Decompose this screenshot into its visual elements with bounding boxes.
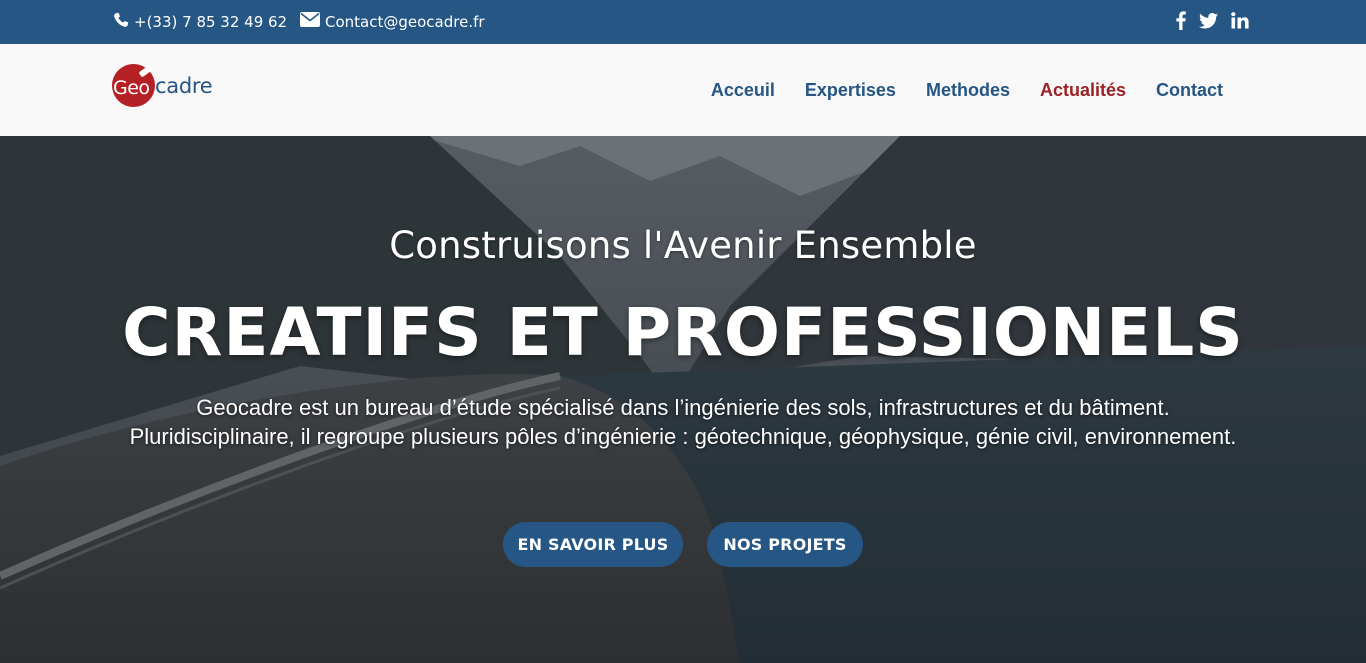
nav-item-actualites[interactable]: Actualités — [1040, 80, 1126, 101]
nos-projets-button[interactable]: NOS PROJETS — [707, 522, 863, 567]
nav-item-methodes[interactable]: Methodes — [926, 80, 1010, 101]
social-links — [1176, 11, 1249, 30]
twitter-icon[interactable] — [1199, 12, 1218, 29]
hero-buttons: EN SAVOIR PLUS NOS PROJETS — [0, 522, 1366, 567]
logo-text-geo: Geo — [113, 77, 150, 99]
hero-description-line-2: Pluridisciplinaire, il regroupe plusieur… — [129, 424, 1237, 449]
logo-text-cadre: cadre — [155, 74, 213, 98]
en-savoir-plus-button[interactable]: EN SAVOIR PLUS — [503, 522, 683, 567]
nav-item-contact[interactable]: Contact — [1156, 80, 1223, 101]
hero-description-line-1: Geocadre est un bureau d’étude spécialis… — [196, 395, 1170, 420]
main-navbar: Geo cadre Acceuil Expertises Methodes Ac… — [0, 44, 1366, 136]
email-contact[interactable]: Contact@geocadre.fr — [300, 12, 485, 31]
geocadre-logo[interactable]: Geo cadre — [112, 64, 222, 110]
phone-number: +(33) 7 85 32 49 62 — [134, 13, 288, 31]
phone-contact[interactable]: +(33) 7 85 32 49 62 — [113, 12, 287, 32]
hero-headline: CREATIFS ET PROFESSIONELS — [122, 294, 1244, 371]
facebook-icon[interactable] — [1176, 11, 1186, 30]
nav-menu: Acceuil Expertises Methodes Actualités C… — [711, 80, 1223, 101]
envelope-icon — [300, 12, 325, 31]
nav-item-expertises[interactable]: Expertises — [805, 80, 896, 101]
email-address: Contact@geocadre.fr — [325, 12, 485, 31]
hero-description: Geocadre est un bureau d’étude spécialis… — [0, 393, 1366, 451]
nav-item-acceuil[interactable]: Acceuil — [711, 80, 775, 101]
hero-subtitle: Construisons l'Avenir Ensemble — [389, 224, 977, 267]
linkedin-icon[interactable] — [1231, 12, 1249, 29]
hero-section: Construisons l'Avenir Ensemble CREATIFS … — [0, 136, 1366, 663]
phone-icon — [113, 12, 134, 32]
top-contact-bar: +(33) 7 85 32 49 62 Contact@geocadre.fr — [0, 0, 1366, 44]
